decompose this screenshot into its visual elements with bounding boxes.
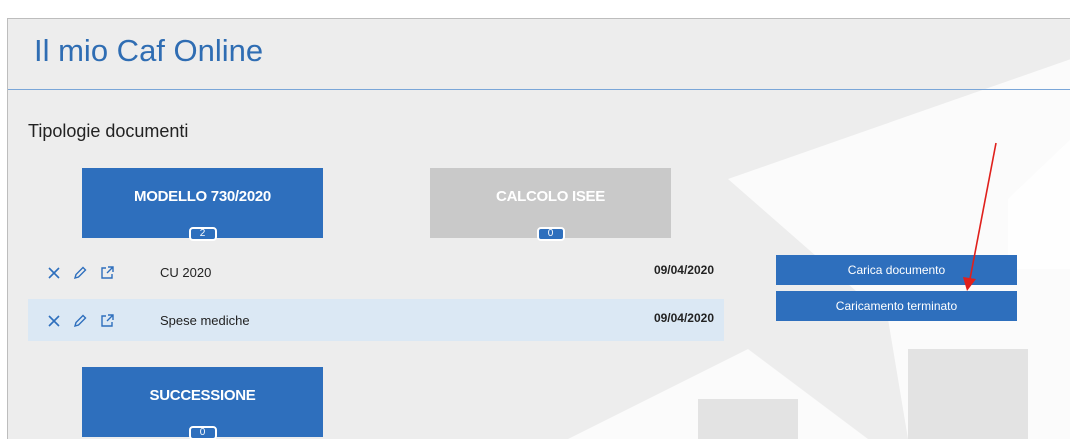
tile-calcolo-isee[interactable]: CALCOLO ISEE 0 <box>430 168 671 241</box>
document-name: Spese mediche <box>160 313 250 328</box>
upload-document-button[interactable]: Carica documento <box>776 255 1017 285</box>
open-external-icon[interactable] <box>99 265 115 281</box>
open-external-icon[interactable] <box>99 313 115 329</box>
document-row: Spese mediche 09/04/2020 <box>28 299 724 341</box>
edit-pencil-icon[interactable] <box>72 265 88 281</box>
count-badge: 0 <box>536 227 565 241</box>
finish-upload-button[interactable]: Caricamento terminato <box>776 291 1017 321</box>
document-name: CU 2020 <box>160 265 212 280</box>
document-date: 09/04/2020 <box>653 263 714 277</box>
document-date: 09/04/2020 <box>653 311 714 325</box>
delete-icon[interactable] <box>46 265 62 281</box>
header-divider <box>8 89 1070 90</box>
tile-modello-730[interactable]: MODELLO 730/2020 2 <box>82 168 323 241</box>
page-title: Il mio Caf Online <box>34 33 264 68</box>
document-row: CU 2020 09/04/2020 <box>28 251 724 293</box>
tile-successione[interactable]: SUCCESSIONE 0 <box>82 367 323 439</box>
tile-label: SUCCESSIONE <box>149 387 256 404</box>
count-badge: 0 <box>188 426 217 439</box>
main-panel: Il mio Caf Online Tipologie documenti MO… <box>7 18 1070 439</box>
section-label: Tipologie documenti <box>28 121 189 141</box>
count-badge: 2 <box>188 227 217 241</box>
tile-label: CALCOLO ISEE <box>496 188 605 205</box>
edit-pencil-icon[interactable] <box>72 313 88 329</box>
tile-label: MODELLO 730/2020 <box>134 188 271 205</box>
delete-icon[interactable] <box>46 313 62 329</box>
